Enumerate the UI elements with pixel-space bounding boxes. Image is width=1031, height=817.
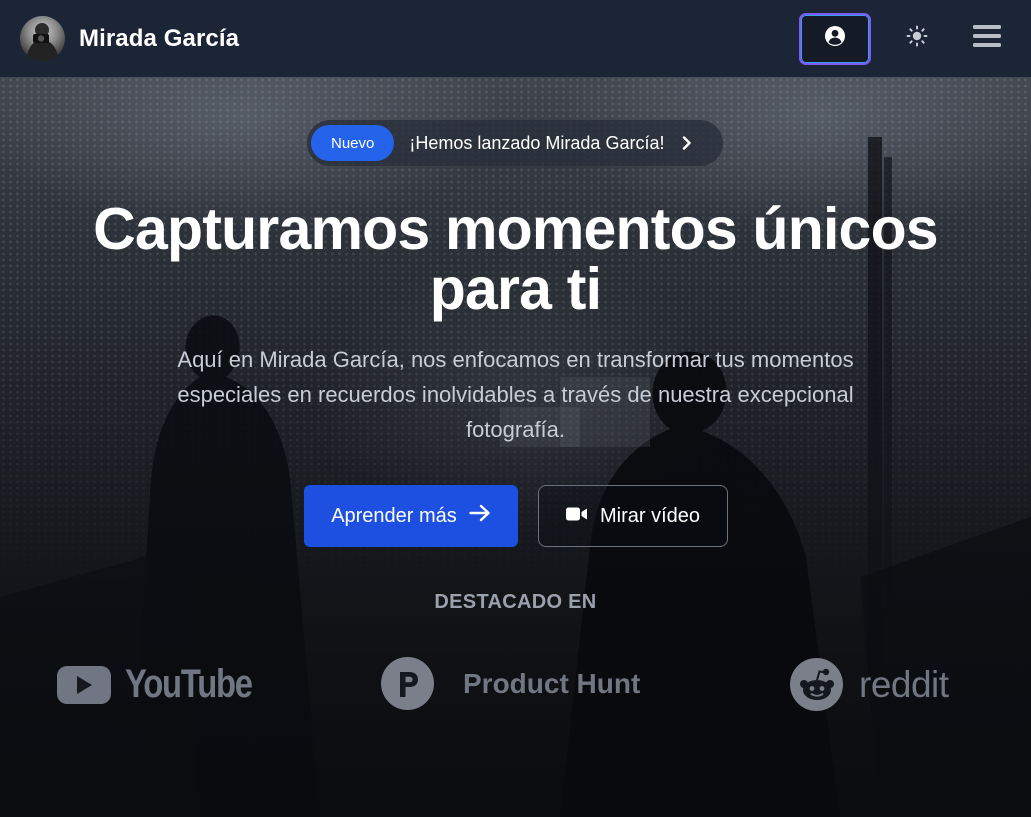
menu-button[interactable] xyxy=(963,15,1011,63)
arrow-right-icon xyxy=(469,504,491,528)
brand-name: Mirada García xyxy=(79,24,240,52)
announcement-pill[interactable]: Nuevo ¡Hemos lanzado Mirada García! xyxy=(307,120,723,166)
reddit-icon xyxy=(790,658,843,711)
reddit-logo[interactable]: reddit xyxy=(790,658,949,711)
brand[interactable]: Mirada García xyxy=(20,16,239,61)
landing-page: Mirada García Nuevo ¡Hemos lanzado Mirad… xyxy=(0,0,1031,817)
hero-description: Aquí en Mirada García, nos enfocamos en … xyxy=(177,347,854,442)
learn-more-button[interactable]: Aprender más xyxy=(304,485,518,547)
product-hunt-icon xyxy=(381,657,434,710)
new-badge: Nuevo xyxy=(311,125,395,161)
headline-line-2: para ti xyxy=(429,256,602,322)
theme-toggle-button[interactable] xyxy=(893,15,941,63)
watch-video-label: Mirar vídeo xyxy=(599,504,701,527)
product-hunt-wordmark: Product Hunt xyxy=(463,667,641,699)
featured-in-label: DESTACADO EN xyxy=(434,591,597,613)
nav-actions xyxy=(799,12,1011,65)
user-circle-icon xyxy=(824,25,846,52)
youtube-icon xyxy=(57,665,111,704)
learn-more-label: Aprender más xyxy=(331,504,457,527)
reddit-wordmark: reddit xyxy=(859,663,949,705)
video-camera-icon xyxy=(565,505,588,528)
watch-video-button[interactable]: Mirar vídeo xyxy=(538,485,728,547)
hamburger-menu-icon xyxy=(973,24,1001,53)
navbar: Mirada García xyxy=(0,0,1031,77)
chevron-right-icon xyxy=(682,136,692,150)
announcement-text: ¡Hemos lanzado Mirada García! xyxy=(409,132,665,153)
youtube-wordmark: YouTube xyxy=(125,662,253,706)
hero-headline: Capturamos momentos únicos para ti xyxy=(40,199,991,319)
sun-icon xyxy=(906,25,928,52)
headline-line-1: Capturamos momentos únicos xyxy=(93,196,938,262)
product-hunt-logo[interactable]: Product Hunt xyxy=(381,657,640,710)
avatar xyxy=(20,16,65,61)
account-button[interactable] xyxy=(799,12,871,65)
hero-section: Nuevo ¡Hemos lanzado Mirada García! Capt… xyxy=(0,77,1031,817)
youtube-logo[interactable]: YouTube xyxy=(57,662,280,707)
